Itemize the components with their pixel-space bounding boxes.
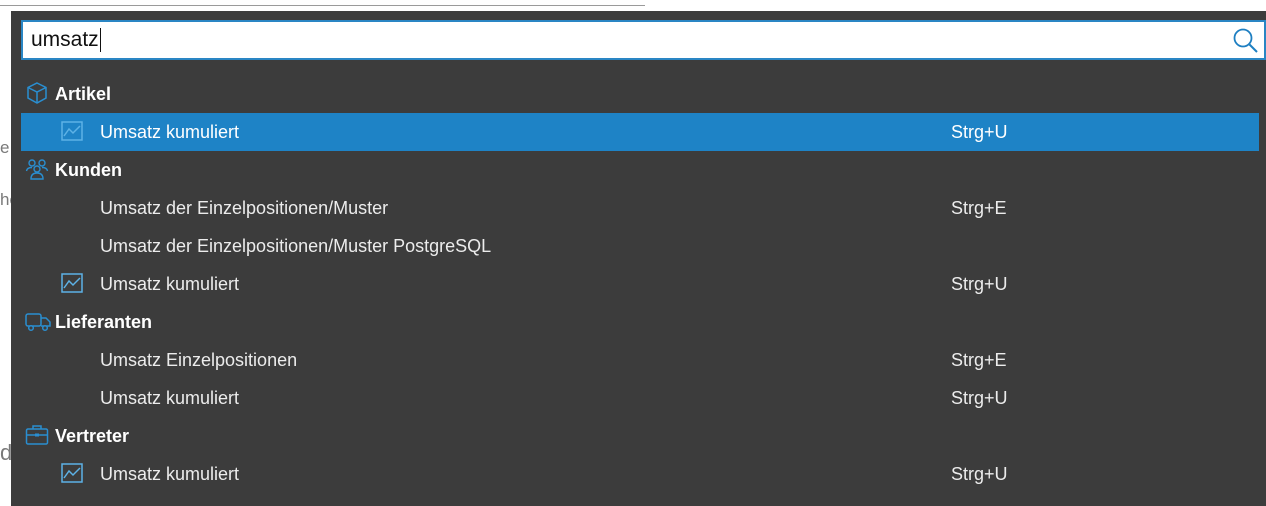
result-item-label: Umsatz kumuliert bbox=[100, 464, 240, 484]
search-icon[interactable] bbox=[1232, 27, 1260, 55]
text-caret bbox=[99, 28, 101, 53]
result-item-label: Umsatz der Einzelpositionen/Muster bbox=[100, 198, 389, 218]
line-chart-icon bbox=[61, 120, 83, 142]
truck-icon bbox=[25, 309, 51, 333]
results-list: Artikel Umsatz kumuliert Strg+U Kunden Umsat… bbox=[21, 75, 1259, 493]
group-title: Lieferanten bbox=[55, 312, 153, 332]
line-chart-icon bbox=[61, 462, 83, 484]
result-item-shortcut: Strg+U bbox=[951, 274, 1008, 294]
result-item[interactable]: Umsatz kumuliert Strg+U bbox=[21, 265, 1259, 303]
group-title: Artikel bbox=[55, 84, 112, 104]
result-item-label: Umsatz kumuliert bbox=[100, 274, 240, 294]
background-text-fragment: e bbox=[0, 138, 10, 157]
group-title: Kunden bbox=[55, 160, 122, 180]
search-input[interactable]: umsatz bbox=[31, 22, 1211, 58]
result-item-label: Umsatz Einzelpositionen bbox=[100, 350, 298, 370]
result-item-shortcut: Strg+U bbox=[951, 464, 1008, 484]
result-item[interactable]: Umsatz Einzelpositionen Strg+E bbox=[21, 341, 1259, 379]
result-item[interactable]: Umsatz kumuliert Strg+U bbox=[21, 455, 1259, 493]
result-item-label: Umsatz der Einzelpositionen/Muster Postg… bbox=[100, 236, 492, 256]
group-header-kunden: Kunden bbox=[21, 151, 1259, 189]
line-chart-icon bbox=[61, 272, 83, 294]
result-item-shortcut: Strg+U bbox=[951, 122, 1008, 142]
cube-icon bbox=[25, 81, 49, 105]
briefcase-icon bbox=[25, 423, 49, 447]
result-item[interactable]: Umsatz der Einzelpositionen/Muster Postg… bbox=[21, 227, 1259, 265]
result-item[interactable]: Umsatz kumuliert Strg+U bbox=[21, 379, 1259, 417]
result-item[interactable]: Umsatz kumuliert Strg+U bbox=[21, 113, 1259, 151]
background-divider bbox=[0, 5, 645, 6]
result-item-shortcut: Strg+E bbox=[951, 350, 1007, 370]
group-header-artikel: Artikel bbox=[21, 75, 1259, 113]
result-item[interactable]: Umsatz der Einzelpositionen/Muster Strg+E bbox=[21, 189, 1259, 227]
group-title: Vertreter bbox=[55, 426, 130, 446]
group-header-vertreter: Vertreter bbox=[21, 417, 1259, 455]
result-item-shortcut: Strg+E bbox=[951, 198, 1007, 218]
result-item-shortcut: Strg+U bbox=[951, 388, 1008, 408]
result-item-label: Umsatz kumuliert bbox=[100, 122, 240, 142]
users-icon bbox=[25, 157, 49, 181]
search-popup: umsatz Artikel Umsatz kumuliert Strg+U Kund… bbox=[11, 11, 1266, 506]
group-header-lieferanten: Lieferanten bbox=[21, 303, 1259, 341]
result-item-label: Umsatz kumuliert bbox=[100, 388, 240, 408]
search-box[interactable]: umsatz bbox=[21, 20, 1266, 60]
